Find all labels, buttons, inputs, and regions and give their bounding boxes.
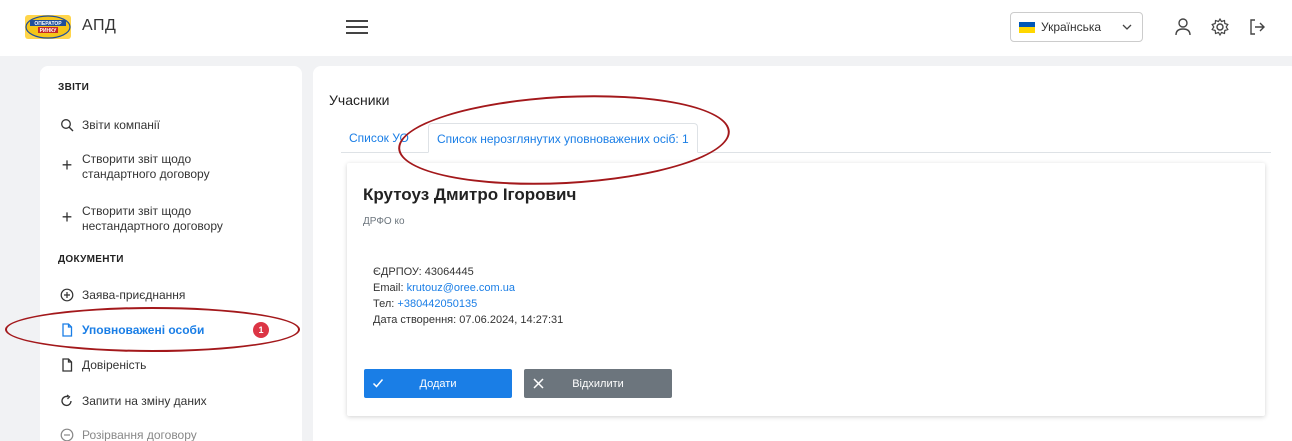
reject-button-label: Відхилити <box>572 377 624 390</box>
person-name: Крутоуз Дмитро Ігорович <box>363 185 577 204</box>
drfo-code: ДРФО ко <box>363 216 405 227</box>
page-title: Учасники <box>329 92 390 108</box>
sidebar: ЗВІТИ Звіти компанії + Створити звіт щод… <box>40 66 302 441</box>
operator-logo[interactable]: ОПЕРАТОР РИНКУ <box>24 14 72 40</box>
email-label: Email: <box>373 282 404 294</box>
add-button-label: Додати <box>419 377 457 390</box>
chevron-down-icon <box>1122 24 1132 30</box>
created-row: Дата створення: 07.06.2024, 14:27:31 <box>373 312 563 328</box>
app-title: АПД <box>82 17 117 34</box>
annotation-oval-sidebar <box>5 307 300 352</box>
language-select[interactable]: Українська <box>1010 12 1143 42</box>
sidebar-item-application[interactable]: Заява-приєднання <box>58 288 185 305</box>
file-icon <box>58 358 76 375</box>
edrpou-label: ЄДРПОУ: <box>373 266 422 278</box>
sidebar-item-data-change-requests[interactable]: Запити на зміну даних <box>58 394 207 411</box>
sidebar-item-contract-termination[interactable]: Розірвання договору <box>58 428 197 441</box>
sidebar-item-label: Запити на зміну даних <box>82 394 207 408</box>
sidebar-item-label-line2: стандартного договору <box>82 167 210 181</box>
check-icon <box>364 376 392 392</box>
sidebar-item-label-line1: Створити звіт щодо <box>82 152 192 166</box>
sidebar-item-label: Звіти компанії <box>82 118 160 132</box>
sidebar-item-label: Довіреність <box>82 358 147 372</box>
edrpou-row: ЄДРПОУ: 43064445 <box>373 264 563 280</box>
plus-icon: + <box>61 207 73 227</box>
sidebar-item-label-line1: Створити звіт щодо <box>82 204 192 218</box>
created-label: Дата створення: <box>373 314 457 326</box>
email-row: Email: krutouz@oree.com.ua <box>373 280 563 296</box>
reject-button[interactable]: Відхилити <box>524 369 672 398</box>
sidebar-item-create-nonstandard-report[interactable]: + Створити звіт щодо нестандартного дого… <box>58 204 223 234</box>
svg-text:ОПЕРАТОР: ОПЕРАТОР <box>34 21 62 27</box>
sidebar-item-label-line2: нестандартного договору <box>82 219 223 233</box>
search-icon <box>58 118 76 135</box>
edrpou-value: 43064445 <box>424 266 474 278</box>
sidebar-item-label: Заява-приєднання <box>82 288 186 302</box>
email-link[interactable]: krutouz@oree.com.ua <box>407 282 515 294</box>
section-title-documents: ДОКУМЕНТИ <box>58 254 124 265</box>
user-icon[interactable] <box>1173 17 1193 37</box>
svg-text:РИНКУ: РИНКУ <box>40 28 58 34</box>
close-icon <box>524 376 552 392</box>
phone-label: Тел: <box>373 298 395 310</box>
sidebar-item-create-standard-report[interactable]: + Створити звіт щодо стандартного догово… <box>58 152 210 182</box>
add-button[interactable]: Додати <box>364 369 512 398</box>
sidebar-item-power-of-attorney[interactable]: Довіреність <box>58 358 146 375</box>
ukraine-flag-icon <box>1019 21 1035 33</box>
logout-icon[interactable] <box>1247 17 1267 37</box>
person-card: Крутоуз Дмитро Ігорович ДРФО ко ЄДРПОУ: … <box>347 163 1265 416</box>
phone-row: Тел: +380442050135 <box>373 296 563 312</box>
language-label: Українська <box>1041 20 1102 34</box>
hamburger-menu-icon[interactable] <box>346 16 368 38</box>
gear-icon[interactable] <box>1210 17 1230 37</box>
minus-circle-icon <box>58 428 76 441</box>
refresh-icon <box>58 394 76 411</box>
phone-link[interactable]: +380442050135 <box>397 298 477 310</box>
plus-circle-icon <box>58 288 76 305</box>
plus-icon: + <box>61 155 73 175</box>
sidebar-item-label: Розірвання договору <box>82 428 197 441</box>
top-bar: ОПЕРАТОР РИНКУ АПД Українська <box>0 0 1292 56</box>
section-title-reports: ЗВІТИ <box>58 82 90 93</box>
person-info: ЄДРПОУ: 43064445 Email: krutouz@oree.com… <box>373 264 563 328</box>
sidebar-item-company-reports[interactable]: Звіти компанії <box>58 118 160 135</box>
created-value: 07.06.2024, 14:27:31 <box>459 314 564 326</box>
